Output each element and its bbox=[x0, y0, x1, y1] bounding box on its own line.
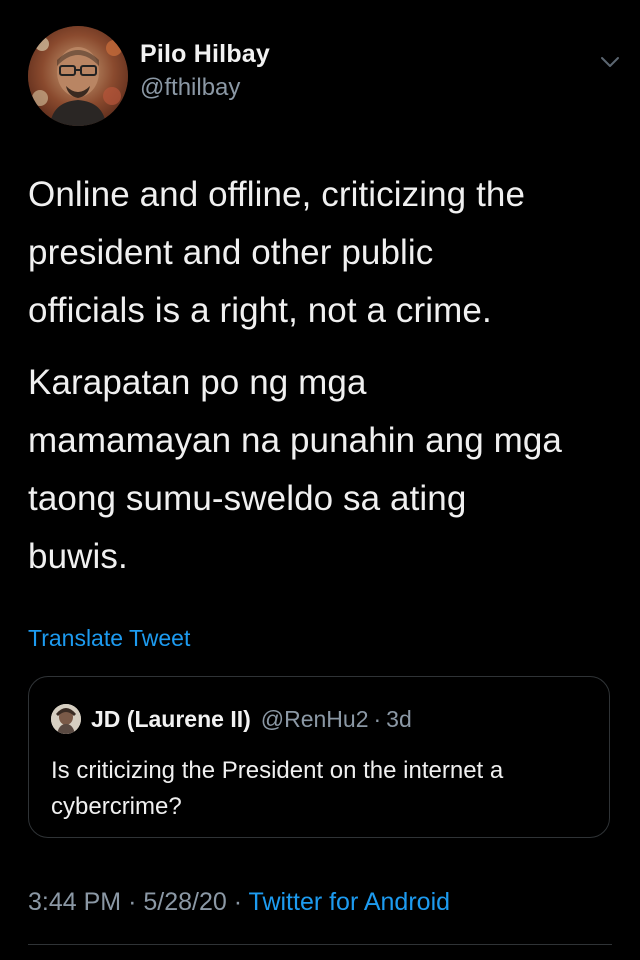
quoted-author-avatar bbox=[51, 704, 81, 734]
divider bbox=[28, 944, 612, 945]
quoted-author-name[interactable]: JD (Laurene II) bbox=[91, 706, 251, 733]
quoted-separator: · bbox=[373, 705, 382, 732]
quoted-tweet-text: Is criticizing the President on the inte… bbox=[51, 757, 504, 820]
quoted-tweet-age[interactable]: 3d bbox=[386, 706, 412, 733]
tweet-header: Pilo Hilbay @fthilbay bbox=[24, 22, 624, 132]
quoted-author-handle[interactable]: @RenHu2 bbox=[261, 706, 369, 733]
chevron-down-icon[interactable] bbox=[596, 48, 624, 76]
tweet-source-link[interactable]: Twitter for Android bbox=[249, 888, 450, 916]
tweet-detail: Pilo Hilbay @fthilbay Online and offline… bbox=[0, 0, 640, 960]
author-avatar-photo bbox=[28, 26, 128, 126]
tweet-paragraph: Online and offline, criticizing the pres… bbox=[28, 175, 526, 330]
quoted-tweet[interactable]: JD (Laurene II) @RenHu2 · 3d Is criticiz… bbox=[28, 676, 610, 838]
quoted-tweet-header: JD (Laurene II) @RenHu2 · 3d bbox=[51, 703, 412, 735]
author-avatar[interactable] bbox=[28, 26, 128, 126]
meta-separator: · bbox=[128, 888, 137, 916]
author-handle[interactable]: @fthilbay bbox=[140, 72, 270, 104]
tweet-text: Online and offline, criticizing the pres… bbox=[28, 166, 618, 600]
tweet-time[interactable]: 3:44 PM bbox=[28, 888, 121, 916]
translate-tweet-link[interactable]: Translate Tweet bbox=[28, 622, 190, 654]
author-info[interactable]: Pilo Hilbay @fthilbay bbox=[140, 38, 270, 104]
author-display-name[interactable]: Pilo Hilbay bbox=[140, 38, 270, 70]
tweet-date[interactable]: 5/28/20 bbox=[143, 888, 226, 916]
meta-separator: · bbox=[233, 888, 243, 916]
tweet-metadata: 3:44 PM · 5/28/20 · Twitter for Android bbox=[28, 884, 450, 920]
tweet-paragraph: Karapatan po ng mga mamamayan na punahin… bbox=[28, 363, 562, 576]
